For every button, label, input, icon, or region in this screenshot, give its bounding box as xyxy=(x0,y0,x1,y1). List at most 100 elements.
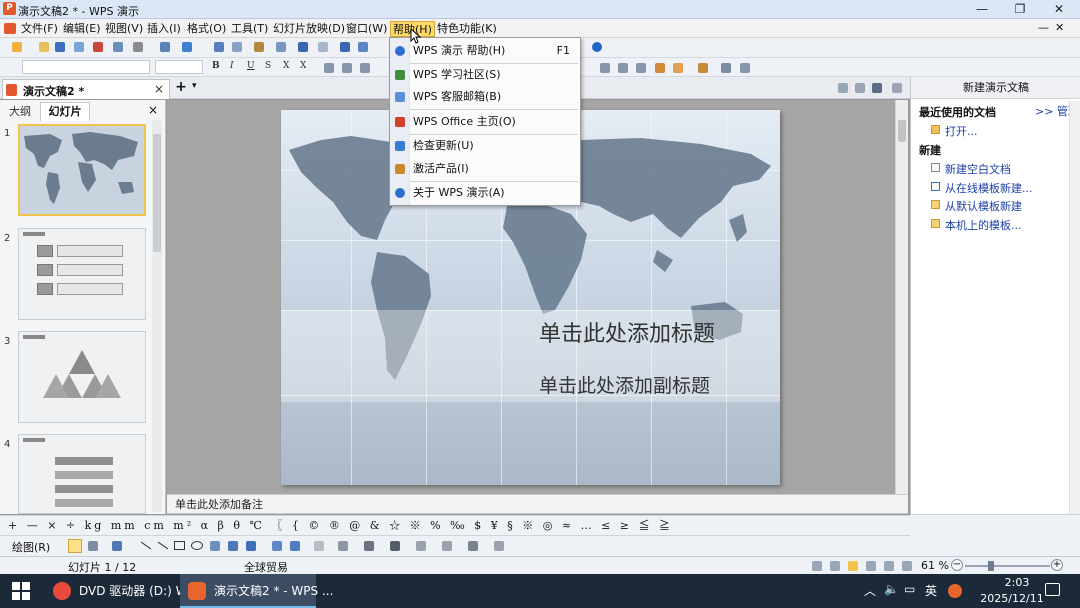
paste-icon[interactable] xyxy=(214,42,224,52)
cut-icon[interactable] xyxy=(160,42,170,52)
minimize-button[interactable]: — xyxy=(965,0,999,19)
tray-chevron-icon[interactable]: ︿ xyxy=(864,582,876,599)
dash-style-icon[interactable] xyxy=(416,541,426,551)
close-tab-icon[interactable]: × xyxy=(154,82,164,96)
maximize-button[interactable]: ❐ xyxy=(1003,0,1037,19)
underline-button[interactable]: U xyxy=(247,61,255,71)
wordart-icon[interactable] xyxy=(228,541,238,551)
menu-item-community[interactable]: WPS 学习社区(S) xyxy=(390,64,580,86)
workspace-scrollbar[interactable] xyxy=(895,100,908,494)
new-tab-button[interactable]: + xyxy=(172,80,190,96)
toolbar-help-icon[interactable] xyxy=(592,42,602,52)
brush-icon[interactable] xyxy=(254,42,264,52)
preview-icon[interactable] xyxy=(113,42,123,52)
format-painter-icon[interactable] xyxy=(232,42,242,52)
slide-thumbnail-1[interactable] xyxy=(18,124,146,216)
clock-time[interactable]: 2:03 xyxy=(992,576,1042,589)
shadow-button[interactable]: S xyxy=(265,61,271,71)
ime-indicator[interactable]: 英 xyxy=(925,582,937,599)
network-icon[interactable]: ▭ xyxy=(904,582,915,596)
doc-close-button[interactable]: ✕ xyxy=(1055,21,1064,34)
redo-icon[interactable] xyxy=(298,42,308,52)
slide-thumbnail-4[interactable] xyxy=(18,434,146,514)
italic-button[interactable]: I xyxy=(230,61,234,71)
rectangle-icon[interactable] xyxy=(174,541,185,550)
doc-minimize-button[interactable]: — xyxy=(1038,21,1049,34)
task-pane-header[interactable]: 新建演示文稿 xyxy=(911,77,1080,99)
task-pane-scrollbar[interactable] xyxy=(1069,101,1080,514)
close-button[interactable]: ✕ xyxy=(1042,0,1076,19)
arrow-style-icon[interactable] xyxy=(442,541,452,551)
notification-icon[interactable] xyxy=(1045,583,1060,596)
status-sorter-view-icon[interactable] xyxy=(866,561,876,571)
slide-thumbnail-2[interactable] xyxy=(18,228,146,320)
design-icon[interactable] xyxy=(655,63,665,73)
print-icon[interactable] xyxy=(74,42,84,52)
new-icon[interactable] xyxy=(12,42,22,52)
scrollbar-thumb[interactable] xyxy=(898,120,906,142)
font-name-field[interactable] xyxy=(22,60,150,74)
insert-table-icon[interactable] xyxy=(340,42,350,52)
zoom-slider-knob[interactable] xyxy=(988,561,994,571)
line-style-icon[interactable] xyxy=(390,541,400,551)
menu-edit[interactable]: 编辑(E) xyxy=(61,21,103,37)
subtitle-placeholder[interactable]: 单击此处添加副标题 xyxy=(539,371,710,398)
view-slideshow-icon[interactable] xyxy=(892,83,902,93)
menu-item-about[interactable]: 关于 WPS 演示(A) xyxy=(390,182,580,204)
menu-item-homepage[interactable]: WPS Office 主页(O) xyxy=(390,111,580,133)
volume-icon[interactable]: 🔈 xyxy=(884,582,899,596)
line-spacing-icon[interactable] xyxy=(600,63,610,73)
status-notes-view-icon[interactable] xyxy=(884,561,894,571)
view-normal-icon[interactable] xyxy=(838,83,848,93)
shadow-style-icon[interactable] xyxy=(468,541,478,551)
document-tab[interactable]: 演示文稿2 * × xyxy=(2,79,170,99)
align-center-icon[interactable] xyxy=(342,63,352,73)
3d-style-icon[interactable] xyxy=(494,541,504,551)
zoom-level[interactable]: 61 % xyxy=(921,559,949,572)
diagram-icon[interactable] xyxy=(246,541,256,551)
menu-slideshow[interactable]: 幻灯片放映(D) xyxy=(271,21,347,37)
fill-color-icon[interactable] xyxy=(314,541,324,551)
numbering-icon[interactable] xyxy=(636,63,646,73)
status-slideshow-icon[interactable] xyxy=(902,561,912,571)
menu-item-activate[interactable]: 激活产品(I) xyxy=(390,158,580,180)
taskbar-dvd-drive[interactable]: DVD 驱动器 (D:) W... xyxy=(45,574,198,608)
symbol-bar[interactable]: + — × ÷ kg mm cm m² α β θ ℃ 〖 { © ® @ & … xyxy=(0,515,910,535)
superscript-button[interactable]: X xyxy=(283,61,289,71)
free-rotate-icon[interactable] xyxy=(88,541,98,551)
tab-dropdown-icon[interactable]: ▾ xyxy=(192,81,197,91)
menu-window[interactable]: 窗口(W) xyxy=(344,21,389,37)
zoom-in-button[interactable]: + xyxy=(1051,559,1063,571)
slide-thumbnail-3[interactable] xyxy=(18,331,146,423)
insert-chart-icon[interactable] xyxy=(358,42,368,52)
menu-item-mail[interactable]: WPS 客服邮箱(B) xyxy=(390,86,580,108)
zoom-slider[interactable] xyxy=(965,565,1050,567)
spellcheck-icon[interactable] xyxy=(133,42,143,52)
layout-icon[interactable] xyxy=(673,63,683,73)
font-size-field[interactable] xyxy=(155,60,203,74)
line-icon[interactable] xyxy=(140,541,152,550)
menu-file[interactable]: 文件(F) xyxy=(19,21,60,37)
tab-slides[interactable]: 幻灯片 xyxy=(40,102,90,121)
subscript-button[interactable]: X xyxy=(300,61,306,71)
bullets-icon[interactable] xyxy=(618,63,628,73)
copy-icon[interactable] xyxy=(182,42,192,52)
wps-tray-icon[interactable] xyxy=(948,584,962,598)
bold-button[interactable]: B xyxy=(212,61,220,71)
menu-tools[interactable]: 工具(T) xyxy=(229,21,270,37)
background-icon[interactable] xyxy=(698,63,708,73)
align-left-icon[interactable] xyxy=(324,63,334,73)
status-dropdown-icon[interactable] xyxy=(830,561,840,571)
status-normal-view-icon[interactable] xyxy=(848,561,858,571)
close-pane-icon[interactable]: × xyxy=(148,103,158,117)
taskbar-wps-presentation[interactable]: 演示文稿2 * - WPS ... xyxy=(180,574,333,608)
picture-icon[interactable] xyxy=(290,541,300,551)
arrow-icon[interactable] xyxy=(157,541,169,550)
select-pointer-icon[interactable] xyxy=(68,539,82,553)
menu-view[interactable]: 视图(V) xyxy=(103,21,145,37)
redo2-icon[interactable] xyxy=(318,42,328,52)
clipart-icon[interactable] xyxy=(272,541,282,551)
view-outline-icon[interactable] xyxy=(855,83,865,93)
drawing-menu[interactable]: 绘图(R) xyxy=(12,539,50,555)
grid-icon[interactable] xyxy=(721,63,731,73)
